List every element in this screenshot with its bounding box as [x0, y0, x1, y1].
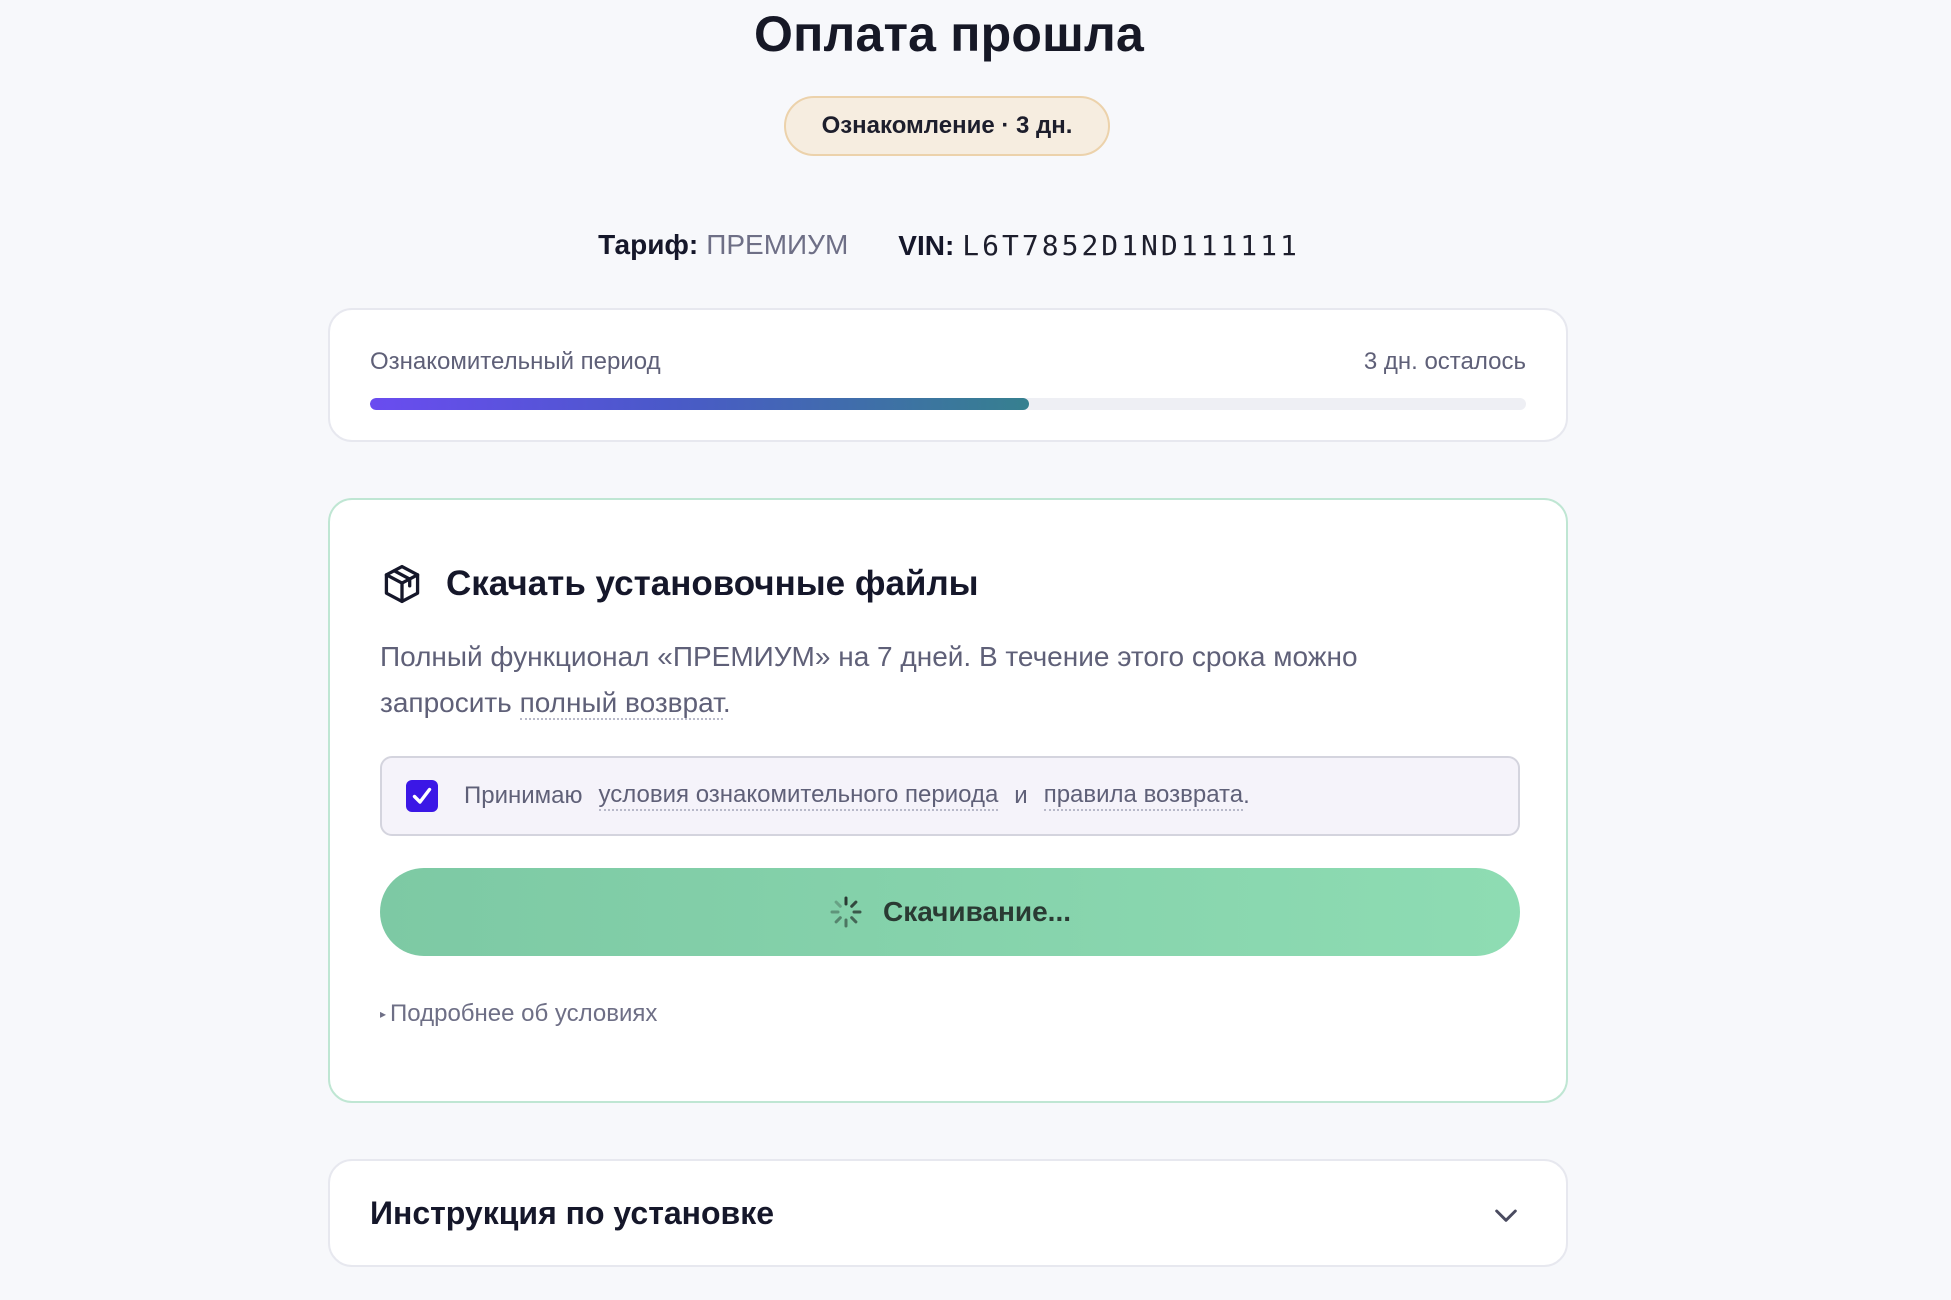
- download-button-label: Скачивание...: [882, 896, 1072, 927]
- consent-and: и: [1014, 782, 1028, 809]
- consent-checkbox[interactable]: [406, 780, 438, 812]
- trial-period-label: Ознакомительный период: [370, 348, 661, 375]
- trial-badge: Ознакомление · 3 дн.: [784, 96, 1110, 156]
- trial-progress-card: Ознакомительный период 3 дн. осталось: [328, 308, 1568, 442]
- checkmark-icon: [412, 787, 432, 804]
- triangle-right-icon: ▸: [380, 1007, 387, 1021]
- download-description-end: .: [722, 687, 731, 718]
- trial-progress-track: [370, 398, 1526, 410]
- instructions-title: Инструкция по установке: [370, 1195, 775, 1231]
- download-title: Скачать установочные файлы: [446, 564, 979, 603]
- details-toggle[interactable]: ▸ Подробнее об условиях: [380, 1000, 657, 1028]
- vin-info: VIN: L6T7852D1ND111111: [898, 229, 1300, 262]
- trial-remaining: 3 дн. осталось: [1363, 348, 1526, 375]
- refund-link[interactable]: полный возврат: [519, 687, 723, 720]
- consent-suffix: .: [1243, 782, 1250, 809]
- page: Оплата прошла Ознакомление · 3 дн. Тариф…: [0, 0, 1951, 1300]
- consent-box[interactable]: Принимаю условия ознакомительного период…: [380, 756, 1520, 836]
- chevron-down-icon[interactable]: [1490, 1199, 1522, 1236]
- plan-info: Тариф: ПРЕМИУМ: [598, 229, 848, 261]
- plan-label: Тариф:: [598, 229, 699, 260]
- download-card: Скачать установочные файлы Полный функци…: [328, 498, 1568, 1103]
- vin-value: L6T7852D1ND111111: [962, 228, 1300, 262]
- terms-link[interactable]: условия ознакомительного периода: [598, 781, 999, 811]
- trial-progress-fill: [370, 398, 1029, 410]
- page-title: Оплата прошла: [754, 6, 1144, 62]
- download-header: Скачать установочные файлы: [380, 562, 979, 606]
- download-button[interactable]: Скачивание...: [380, 868, 1520, 956]
- details-label: Подробнее об условиях: [390, 1000, 658, 1027]
- instructions-accordion[interactable]: Инструкция по установке: [328, 1159, 1568, 1267]
- refund-rules-link[interactable]: правила возврата: [1043, 781, 1244, 811]
- plan-value: ПРЕМИУМ: [706, 229, 849, 260]
- download-description: Полный функционал «ПРЕМИУМ» на 7 дней. В…: [380, 634, 1460, 726]
- package-icon: [380, 562, 424, 606]
- consent-prefix: Принимаю: [464, 782, 583, 809]
- plan-meta: Тариф: ПРЕМИУМ VIN: L6T7852D1ND111111: [0, 222, 1898, 268]
- spinner-icon: [830, 896, 862, 928]
- vin-label: VIN:: [898, 229, 955, 261]
